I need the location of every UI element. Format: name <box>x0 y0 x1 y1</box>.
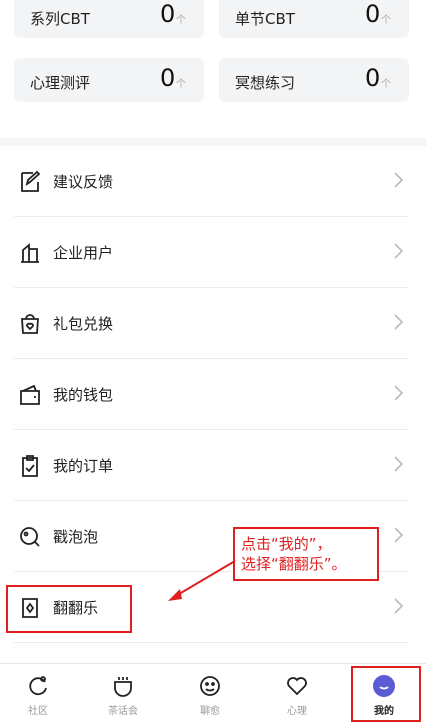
tab-community[interactable]: 社区 <box>8 664 68 721</box>
clipboard-icon <box>22 455 38 477</box>
tab-chat-heal[interactable]: 聊愈 <box>180 664 240 721</box>
smile-face-icon <box>200 676 220 696</box>
chevron-right-icon <box>394 598 404 614</box>
menu-item-label: 我的钱包 <box>53 386 114 404</box>
highlight-card-flip <box>6 585 132 633</box>
stat-unit: 个 <box>176 79 186 90</box>
chevron-right-icon <box>394 456 404 472</box>
tab-label: 社区 <box>28 706 48 717</box>
menu-item-label: 戳泡泡 <box>53 528 99 546</box>
section-divider <box>0 138 426 146</box>
building-icon <box>21 243 39 263</box>
community-icon <box>29 676 47 696</box>
menu-item-label: 礼包兑换 <box>53 315 114 333</box>
menu-item-wallet[interactable]: 我的钱包 <box>0 359 426 430</box>
menu-item-orders[interactable]: 我的订单 <box>0 430 426 501</box>
menu-item-label: 建议反馈 <box>53 173 114 191</box>
chevron-right-icon <box>394 385 404 401</box>
stat-value: 0 <box>365 0 381 28</box>
tea-cup-icon <box>114 677 132 697</box>
tab-label: 茶话会 <box>108 706 138 717</box>
menu-item-feedback[interactable]: 建议反馈 <box>0 146 426 217</box>
stats-panel: 系列CBT 0 个 单节CBT 0 个 心理测评 0 个 冥想练习 0 个 <box>0 0 426 138</box>
gift-bag-icon <box>21 314 39 334</box>
stat-value: 0 <box>160 0 176 28</box>
stat-label: 冥想练习 <box>235 74 296 92</box>
chevron-right-icon <box>394 314 404 330</box>
stat-label: 心理测评 <box>30 74 91 92</box>
stat-unit: 个 <box>381 79 391 90</box>
annotation-arrow-icon <box>168 560 236 601</box>
menu-item-gift-redeem[interactable]: 礼包兑换 <box>0 288 426 359</box>
bottom-tab-bar: 社区 茶话会 聊愈 心理 我的 <box>0 663 426 722</box>
stat-card-series-cbt[interactable]: 系列CBT 0 个 <box>14 0 204 38</box>
menu-item-label: 企业用户 <box>53 244 114 262</box>
menu-item-label: 我的订单 <box>53 457 114 475</box>
stat-unit: 个 <box>381 15 391 26</box>
tab-psychology[interactable]: 心理 <box>267 664 327 721</box>
chevron-right-icon <box>394 172 404 188</box>
tab-tea-party[interactable]: 茶话会 <box>93 664 153 721</box>
chevron-right-icon <box>394 243 404 259</box>
stat-value: 0 <box>365 64 381 92</box>
stat-label: 系列CBT <box>30 10 90 28</box>
wallet-icon <box>20 384 40 405</box>
stat-card-single-cbt[interactable]: 单节CBT 0 个 <box>219 0 409 38</box>
stat-card-psych-assessment[interactable]: 心理测评 0 个 <box>14 58 204 102</box>
stat-unit: 个 <box>176 15 186 26</box>
tab-label: 聊愈 <box>200 706 220 717</box>
chevron-right-icon <box>394 527 404 543</box>
menu-item-enterprise[interactable]: 企业用户 <box>0 217 426 288</box>
annotation-callout: 点击“我的”， 选择“翻翻乐”。 <box>233 527 379 581</box>
row-divider <box>14 642 408 643</box>
stat-value: 0 <box>160 64 176 92</box>
bubble-icon <box>20 527 40 547</box>
stat-card-meditation[interactable]: 冥想练习 0 个 <box>219 58 409 102</box>
highlight-tab-mine <box>351 666 421 722</box>
heart-icon <box>287 677 307 696</box>
edit-icon <box>21 170 41 192</box>
tab-label: 心理 <box>287 706 307 717</box>
stat-label: 单节CBT <box>235 10 295 28</box>
